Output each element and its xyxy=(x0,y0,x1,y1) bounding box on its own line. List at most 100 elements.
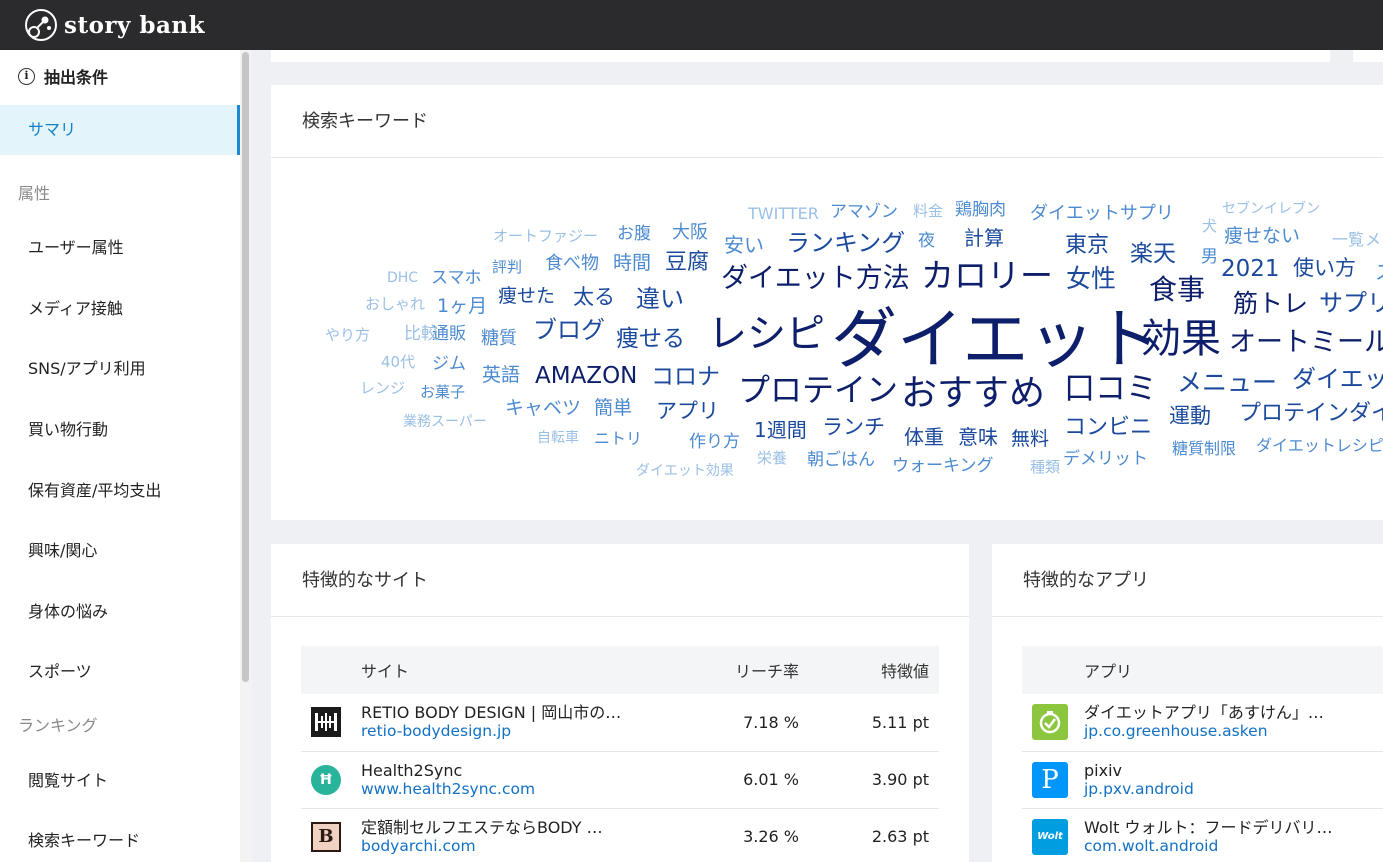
sidebar-item-shopping-behavior[interactable]: 買い物行動 xyxy=(0,416,240,440)
keyword-72[interactable]: 評判 xyxy=(492,260,522,275)
keyword-81[interactable]: 自転車 xyxy=(537,431,579,445)
keyword-8[interactable]: オートミール xyxy=(1229,329,1383,356)
sidebar-item-sports[interactable]: スポーツ xyxy=(0,658,240,682)
keyword-63[interactable]: TWITTER xyxy=(748,206,819,222)
table-row[interactable]: Wolt Wolt ウォルト：フードデリバリ… com.wolt.android xyxy=(1022,808,1383,862)
keyword-11[interactable]: 筋トレ xyxy=(1233,291,1308,316)
keyword-2[interactable]: 効果 xyxy=(1141,319,1221,359)
keyword-33[interactable]: 1週間 xyxy=(754,420,807,440)
keyword-64[interactable]: アマゾン xyxy=(830,204,898,221)
sidebar-item-user-attributes[interactable]: ユーザー属性 xyxy=(0,234,240,258)
sidebar-item-summary[interactable]: サマリ xyxy=(0,105,240,155)
keyword-26[interactable]: 太る xyxy=(573,287,615,308)
sidebar-item-browsed-sites[interactable]: 閲覧サイト xyxy=(0,767,240,791)
sidebar-item-search-keywords[interactable]: 検索キーワード xyxy=(0,827,240,851)
keyword-29[interactable]: 使い方 xyxy=(1293,258,1356,279)
app-column-header[interactable]: アプリ xyxy=(1072,646,1383,694)
keyword-49[interactable]: 安い xyxy=(724,235,764,255)
keyword-35[interactable]: 意味 xyxy=(958,427,998,447)
keyword-17[interactable]: 痩せる xyxy=(616,328,685,351)
keyword-82[interactable]: 栄養 xyxy=(757,451,787,466)
keyword-21[interactable]: プロテインダイ xyxy=(1239,403,1383,425)
keyword-28[interactable]: 痩せた xyxy=(498,287,555,306)
keyword-54[interactable]: ダイエットサプリ xyxy=(1030,205,1174,223)
keyword-37[interactable]: 簡単 xyxy=(594,399,632,418)
keyword-77[interactable]: 40代 xyxy=(381,355,415,370)
keyword-19[interactable]: サプリ xyxy=(1319,291,1383,315)
keyword-68[interactable]: メ xyxy=(1365,232,1381,248)
keyword-16[interactable]: ブログ xyxy=(533,318,605,342)
keyword-55[interactable]: 鶏胸肉 xyxy=(955,202,1006,219)
keyword-59[interactable]: 作り方 xyxy=(689,434,740,451)
keyword-69[interactable]: 男 xyxy=(1201,249,1218,266)
keyword-47[interactable]: スマホ xyxy=(431,270,482,287)
sidebar-scrollbar-thumb[interactable] xyxy=(242,52,249,682)
keyword-3[interactable]: おすすめ xyxy=(901,376,1045,412)
keyword-41[interactable]: 食べ物 xyxy=(545,255,599,273)
keyword-14[interactable]: ランキング xyxy=(786,231,905,255)
keyword-5[interactable]: カロリー xyxy=(921,259,1053,292)
keyword-22[interactable]: 楽天 xyxy=(1130,243,1176,266)
keyword-58[interactable]: 朝ごはん xyxy=(807,452,875,469)
filter-conditions-header[interactable]: i 抽出条件 xyxy=(18,64,108,88)
keyword-52[interactable]: 夜 xyxy=(918,233,935,250)
keyword-84[interactable]: ダイエット効果 xyxy=(636,464,734,478)
keyword-83[interactable]: 種類 xyxy=(1030,460,1060,475)
keyword-57[interactable]: ウォーキング xyxy=(892,458,994,475)
keyword-53[interactable]: 痩せない xyxy=(1224,227,1300,246)
keyword-15[interactable]: コロナ xyxy=(651,366,720,389)
sidebar-item-assets-spending[interactable]: 保有資産/平均支出 xyxy=(0,477,240,501)
app-id-link[interactable]: jp.pxv.android xyxy=(1084,780,1383,798)
keyword-75[interactable]: おしゃれ xyxy=(365,297,425,312)
keyword-1[interactable]: レシピ xyxy=(708,315,825,354)
keyword-12[interactable]: メニュー xyxy=(1177,370,1277,395)
keyword-45[interactable]: 比較 xyxy=(404,326,438,343)
keyword-71[interactable]: ス xyxy=(1375,262,1383,282)
keyword-9[interactable]: 食事 xyxy=(1149,276,1205,304)
keyword-27[interactable]: 豆腐 xyxy=(665,252,709,274)
keyword-36[interactable]: 無料 xyxy=(1011,430,1049,449)
keyword-65[interactable]: 料金 xyxy=(913,204,943,219)
keyword-79[interactable]: お菓子 xyxy=(420,385,465,400)
keyword-24[interactable]: コンビニ xyxy=(1064,417,1152,439)
keyword-10[interactable]: AMAZON xyxy=(535,365,637,388)
keyword-70[interactable]: 犬 xyxy=(1202,219,1217,234)
keyword-67[interactable]: 一覧 xyxy=(1332,232,1364,248)
app-id-link[interactable]: com.wolt.android xyxy=(1084,837,1383,855)
site-url-link[interactable]: retio-bodydesign.jp xyxy=(361,722,661,740)
keyword-6[interactable]: 口コミ xyxy=(1064,374,1157,405)
keyword-25[interactable]: 2021 xyxy=(1221,258,1280,281)
keyword-42[interactable]: 英語 xyxy=(482,366,520,385)
table-row[interactable]: Ħ Health2Sync www.health2sync.com 6.01 % … xyxy=(301,751,939,809)
keyword-13[interactable]: 女性 xyxy=(1066,266,1116,291)
keyword-61[interactable]: 糖質制限 xyxy=(1172,441,1236,457)
keyword-4[interactable]: プロテイン xyxy=(738,374,898,406)
keyword-76[interactable]: やり方 xyxy=(325,328,370,343)
keyword-23[interactable]: 東京 xyxy=(1065,235,1109,257)
keyword-78[interactable]: レンジ xyxy=(360,381,405,396)
site-url-link[interactable]: bodyarchi.com xyxy=(361,837,661,855)
table-row[interactable]: B 定額制セルフエステならBODY … bodyarchi.com 3.26 % … xyxy=(301,808,939,862)
table-row[interactable]: P pixiv jp.pxv.android xyxy=(1022,751,1383,809)
keyword-51[interactable]: お腹 xyxy=(617,226,651,243)
keyword-31[interactable]: 運動 xyxy=(1169,406,1211,427)
sidebar-item-body-concerns[interactable]: 身体の悩み xyxy=(0,598,240,622)
keyword-48[interactable]: 1ヶ月 xyxy=(437,297,487,316)
table-row[interactable]: RETIO BODY DESIGN | 岡山市の… retio-bodydesig… xyxy=(301,694,939,752)
sidebar-item-media-contact[interactable]: メディア接触 xyxy=(0,295,240,319)
keyword-7[interactable]: ダイエット方法 xyxy=(721,265,910,292)
keyword-43[interactable]: 糖質 xyxy=(481,330,517,348)
keyword-74[interactable]: DHC xyxy=(387,271,418,285)
keyword-62[interactable]: ダイエットレシピ xyxy=(1256,438,1383,454)
keyword-18[interactable]: 違い xyxy=(636,287,684,311)
sidebar-item-interests[interactable]: 興味/関心 xyxy=(0,537,240,561)
keyword-34[interactable]: 体重 xyxy=(904,427,944,447)
site-url-link[interactable]: www.health2sync.com xyxy=(361,780,661,798)
sidebar-item-sns-app-usage[interactable]: SNS/アプリ利用 xyxy=(0,355,240,379)
reach-column-header[interactable]: リーチ率 xyxy=(661,646,807,694)
keyword-56[interactable]: デメリット xyxy=(1063,451,1148,468)
site-column-header[interactable]: サイト xyxy=(351,646,661,694)
keyword-0[interactable]: ダイエット xyxy=(831,307,1160,373)
keyword-32[interactable]: ランチ xyxy=(822,417,885,438)
logo[interactable]: story bank xyxy=(24,8,205,42)
